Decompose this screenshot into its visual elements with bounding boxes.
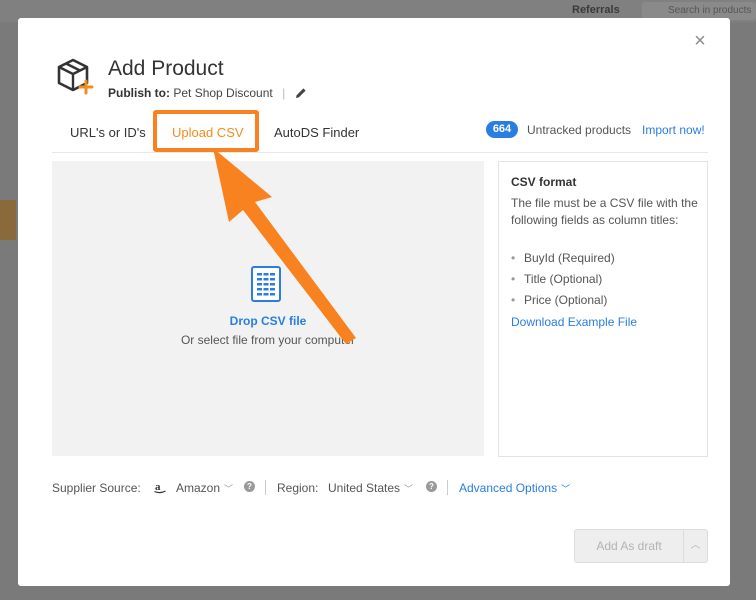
- upload-csv-highlight: [153, 110, 259, 152]
- drop-csv-label: Drop CSV file: [229, 314, 307, 328]
- options-divider: [265, 480, 266, 495]
- supplier-source-label: Supplier Source:: [52, 481, 141, 495]
- options-divider: [447, 480, 448, 495]
- region-label: Region:: [277, 481, 319, 495]
- list-item: Title (Optional): [511, 271, 615, 292]
- background-referrals: Referrals: [572, 4, 620, 16]
- supplier-value: Amazon: [176, 481, 221, 495]
- csv-file-icon: [251, 266, 281, 302]
- help-icon[interactable]: ?: [244, 481, 255, 492]
- background-strip: [0, 200, 16, 240]
- csv-dropzone[interactable]: [52, 161, 484, 456]
- csv-format-description: The file must be a CSV file with the fol…: [511, 196, 698, 227]
- advanced-options-label: Advanced Options: [459, 481, 558, 495]
- publish-label: Publish to:: [108, 86, 170, 100]
- modal-title: Add Product: [108, 57, 224, 80]
- help-icon[interactable]: ?: [426, 481, 437, 492]
- csv-format-title: CSV format: [511, 175, 577, 189]
- import-now-link[interactable]: Import now!: [642, 123, 705, 137]
- region-value: United States: [328, 481, 401, 495]
- tab-urls-or-ids[interactable]: URL's or ID's: [70, 125, 146, 140]
- pencil-icon[interactable]: [294, 86, 308, 100]
- untracked-count-badge: 664: [486, 121, 518, 138]
- csv-fields-list: BuyId (Required) Title (Optional) Price …: [511, 250, 615, 313]
- svg-text:a: a: [155, 481, 161, 493]
- close-icon[interactable]: ×: [692, 31, 708, 51]
- publish-store: Pet Shop Discount: [173, 86, 273, 100]
- advanced-options-toggle[interactable]: Advanced Options ﹀: [459, 481, 570, 495]
- chevron-up-icon[interactable]: ︿: [683, 529, 708, 563]
- tabs-divider: [52, 152, 708, 153]
- list-item: Price (Optional): [511, 292, 615, 313]
- tab-autods-finder[interactable]: AutoDS Finder: [274, 125, 359, 140]
- publish-separator: |: [282, 86, 286, 100]
- chevron-down-icon: ﹀: [561, 484, 571, 494]
- package-add-icon: [57, 58, 94, 95]
- region-select[interactable]: United States ﹀: [328, 481, 413, 495]
- add-as-draft-button[interactable]: Add As draft: [574, 529, 684, 563]
- publish-to: Publish to: Pet Shop Discount |: [108, 86, 291, 100]
- untracked-label: Untracked products: [527, 123, 632, 137]
- supplier-select[interactable]: Amazon ﹀: [176, 481, 233, 495]
- select-file-label: Or select file from your computer: [180, 333, 356, 347]
- chevron-down-icon: ﹀: [404, 484, 414, 494]
- amazon-icon: a: [154, 481, 166, 494]
- chevron-down-icon: ﹀: [224, 484, 234, 494]
- download-example-link[interactable]: Download Example File: [511, 315, 637, 329]
- list-item: BuyId (Required): [511, 250, 615, 271]
